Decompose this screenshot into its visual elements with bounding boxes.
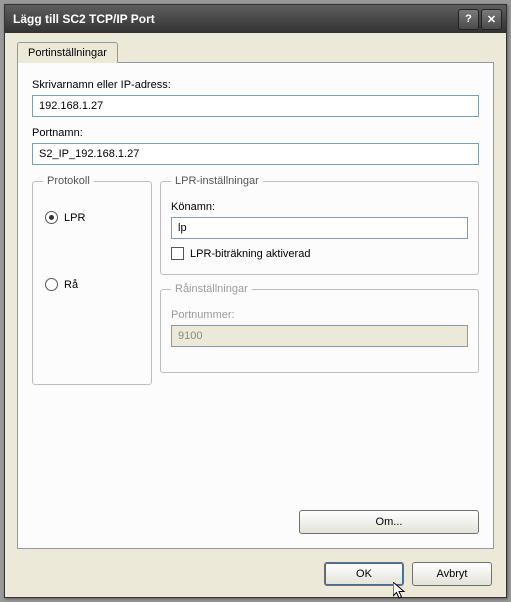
cancel-button-label: Avbryt — [437, 568, 468, 580]
protocol-column: Protokoll LPR Rå — [32, 175, 152, 385]
queue-name-input[interactable] — [171, 217, 468, 239]
window-title: Lägg till SC2 TCP/IP Port — [13, 12, 456, 26]
radio-raw-label: Rå — [64, 279, 78, 291]
lpr-legend: LPR-inställningar — [171, 175, 263, 187]
dialog-window: Lägg till SC2 TCP/IP Port ? ✕ Portinstäl… — [4, 4, 507, 598]
settings-column: LPR-inställningar Könamn: LPR-biträkning… — [160, 175, 479, 385]
about-button-label: Om... — [376, 516, 403, 528]
ok-button-label: OK — [356, 568, 372, 580]
port-name-input[interactable] — [32, 143, 479, 165]
printer-address-label: Skrivarnamn eller IP-adress: — [32, 79, 479, 91]
queue-name-label: Könamn: — [171, 201, 468, 213]
printer-address-input[interactable] — [32, 95, 479, 117]
checkbox-icon — [171, 247, 184, 260]
about-row: Om... — [32, 498, 479, 534]
raw-port-label: Portnummer: — [171, 309, 468, 321]
help-button[interactable]: ? — [458, 9, 479, 30]
protocol-group: Protokoll LPR Rå — [32, 175, 152, 385]
raw-settings-group: Råinställningar Portnummer: — [160, 283, 479, 373]
protocol-legend: Protokoll — [43, 175, 94, 187]
radio-raw-icon — [45, 278, 58, 291]
dialog-footer: OK Avbryt — [5, 557, 506, 597]
help-icon: ? — [465, 13, 472, 25]
close-icon: ✕ — [487, 13, 496, 26]
radio-lpr-icon — [45, 211, 58, 224]
lpr-bytecount-label: LPR-biträkning aktiverad — [190, 248, 310, 260]
about-button[interactable]: Om... — [299, 510, 479, 534]
radio-lpr-label: LPR — [64, 212, 85, 224]
radio-lpr[interactable]: LPR — [45, 211, 141, 224]
lpr-settings-group: LPR-inställningar Könamn: LPR-biträkning… — [160, 175, 479, 275]
cancel-button[interactable]: Avbryt — [412, 562, 492, 586]
ok-button[interactable]: OK — [324, 562, 404, 586]
titlebar[interactable]: Lägg till SC2 TCP/IP Port ? ✕ — [5, 5, 506, 33]
radio-raw[interactable]: Rå — [45, 278, 141, 291]
tab-panel: Skrivarnamn eller IP-adress: Portnamn: P… — [17, 62, 494, 549]
dialog-body: Portinställningar Skrivarnamn eller IP-a… — [5, 33, 506, 557]
lpr-bytecount-checkbox[interactable]: LPR-biträkning aktiverad — [171, 247, 468, 260]
raw-legend: Råinställningar — [171, 283, 252, 295]
port-name-label: Portnamn: — [32, 127, 479, 139]
close-button[interactable]: ✕ — [481, 9, 502, 30]
tab-port-settings[interactable]: Portinställningar — [17, 42, 118, 63]
raw-port-input — [171, 325, 468, 347]
tab-label: Portinställningar — [28, 47, 107, 59]
settings-row: Protokoll LPR Rå LPR-inställningar — [32, 175, 479, 385]
tab-strip: Portinställningar — [17, 41, 494, 62]
